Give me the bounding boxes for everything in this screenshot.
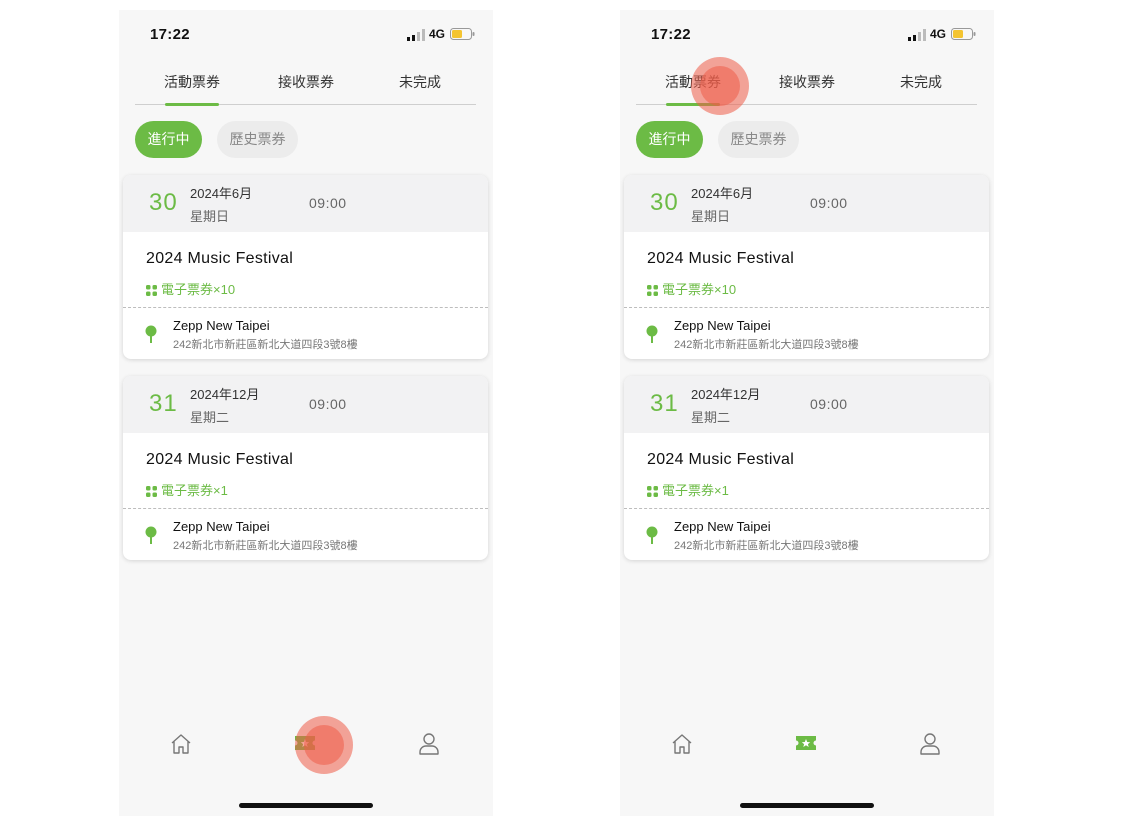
event-time: 09:00 [810,396,848,412]
status-time: 17:22 [651,26,691,43]
location-pin-icon [646,325,658,343]
user-icon[interactable] [418,732,440,756]
phone-screen-left: 17:22 4G 活動票券 接收票券 未完成 進行中 歷史票券 30 2024年… [119,10,493,816]
location-pin-icon [145,325,157,343]
home-icon[interactable] [670,732,694,756]
ticket-count-label: 電子票券×10 [161,282,236,297]
bottom-nav [620,730,994,760]
event-weekday: 星期二 [190,410,230,425]
ticket-tabs: 活動票券 接收票券 未完成 [636,66,978,106]
venue-address: 242新北市新莊區新北大道四段3號8樓 [173,540,358,552]
user-icon[interactable] [919,732,941,756]
venue-name: Zepp New Taipei [173,318,270,333]
event-time: 09:00 [309,195,347,211]
filter-ongoing-button[interactable]: 進行中 [135,121,202,158]
event-time: 09:00 [810,195,848,211]
event-date-header: 31 2024年12月 星期二 09:00 [624,376,989,433]
tap-indicator-activity-tab [691,57,749,115]
ticket-grid-icon [146,285,157,296]
tab-received-tickets[interactable]: 接收票券 [249,72,363,92]
ticket-grid-icon [146,486,157,497]
event-date-header: 30 2024年6月 星期日 09:00 [624,175,989,232]
ticket-count: 電子票券×1 [146,480,228,499]
event-title: 2024 Music Festival [647,451,795,468]
event-weekday: 星期日 [691,209,731,224]
event-title: 2024 Music Festival [647,250,795,267]
active-tab-indicator [165,103,219,106]
tab-activity-tickets[interactable]: 活動票券 [135,72,249,92]
card-divider [123,307,488,308]
event-weekday: 星期二 [691,410,731,425]
filter-history-button[interactable]: 歷史票券 [718,121,799,158]
venue-address: 242新北市新莊區新北大道四段3號8樓 [674,339,859,351]
venue-name: Zepp New Taipei [674,519,771,534]
event-weekday: 星期日 [190,209,230,224]
tap-indicator-ticket-nav [295,716,353,774]
event-month: 2024年6月 [691,186,754,201]
ticket-grid-icon [647,486,658,497]
home-icon[interactable] [169,732,193,756]
status-time: 17:22 [150,26,190,43]
event-month: 2024年6月 [190,186,253,201]
event-title: 2024 Music Festival [146,451,294,468]
status-bar: 17:22 4G [620,10,994,60]
location-pin-icon [145,526,157,544]
ticket-count: 電子票券×10 [146,279,235,298]
ticket-tabs: 活動票券 接收票券 未完成 [135,66,477,106]
ticket-count: 電子票券×1 [647,480,729,499]
event-day: 31 [650,390,679,417]
battery-icon [450,28,475,40]
status-bar: 17:22 4G [119,10,493,60]
signal-icon [407,29,425,41]
tab-incomplete[interactable]: 未完成 [363,72,477,92]
event-day: 30 [149,189,178,216]
ticket-count-label: 電子票券×1 [662,483,729,498]
venue-name: Zepp New Taipei [173,519,270,534]
card-divider [624,307,989,308]
ticket-icon[interactable] [795,733,817,753]
location-pin-icon [646,526,658,544]
event-date-header: 31 2024年12月 星期二 09:00 [123,376,488,433]
event-card[interactable]: 30 2024年6月 星期日 09:00 2024 Music Festival… [123,175,488,359]
filter-ongoing-button[interactable]: 進行中 [636,121,703,158]
event-date-header: 30 2024年6月 星期日 09:00 [123,175,488,232]
event-card[interactable]: 31 2024年12月 星期二 09:00 2024 Music Festiva… [123,376,488,560]
phone-screen-right: 17:22 4G 活動票券 接收票券 未完成 進行中 歷史票券 30 2024年… [620,10,994,816]
event-month: 2024年12月 [190,387,260,402]
card-divider [123,508,488,509]
network-label: 4G [930,27,947,41]
event-day: 30 [650,189,679,216]
tab-incomplete[interactable]: 未完成 [864,72,978,92]
home-indicator [740,803,874,808]
tab-received-tickets[interactable]: 接收票券 [750,72,864,92]
event-title: 2024 Music Festival [146,250,294,267]
event-card[interactable]: 31 2024年12月 星期二 09:00 2024 Music Festiva… [624,376,989,560]
filter-history-button[interactable]: 歷史票券 [217,121,298,158]
ticket-count-label: 電子票券×10 [662,282,737,297]
event-month: 2024年12月 [691,387,761,402]
ticket-count-label: 電子票券×1 [161,483,228,498]
signal-icon [908,29,926,41]
network-label: 4G [429,27,446,41]
card-divider [624,508,989,509]
ticket-count: 電子票券×10 [647,279,736,298]
venue-address: 242新北市新莊區新北大道四段3號8樓 [674,540,859,552]
venue-name: Zepp New Taipei [674,318,771,333]
venue-address: 242新北市新莊區新北大道四段3號8樓 [173,339,358,351]
ticket-grid-icon [647,285,658,296]
home-indicator [239,803,373,808]
event-day: 31 [149,390,178,417]
event-time: 09:00 [309,396,347,412]
event-card[interactable]: 30 2024年6月 星期日 09:00 2024 Music Festival… [624,175,989,359]
battery-icon [951,28,976,40]
